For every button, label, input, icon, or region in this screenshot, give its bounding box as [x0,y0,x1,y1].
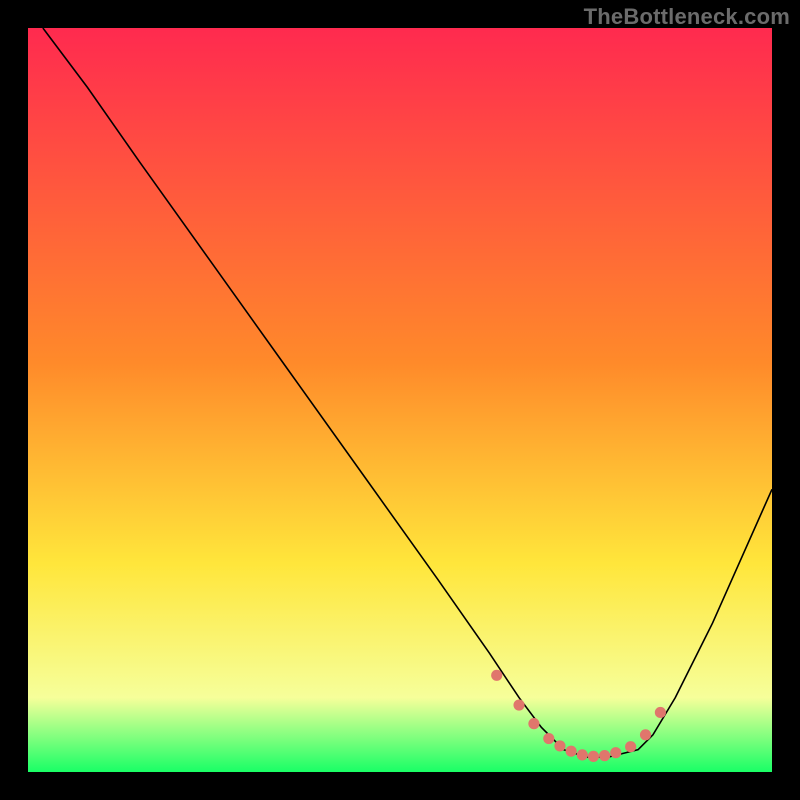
trough-dot [599,750,610,761]
trough-dot [655,707,666,718]
trough-dot [566,746,577,757]
trough-dot [588,751,599,762]
bottleneck-chart [28,28,772,772]
trough-dot [543,733,554,744]
trough-dot [640,729,651,740]
chart-container: { "watermark": "TheBottleneck.com", "col… [0,0,800,800]
trough-dot [554,740,565,751]
trough-dot [491,670,502,681]
trough-dot [528,718,539,729]
watermark-text: TheBottleneck.com [584,4,790,30]
trough-dot [625,741,636,752]
trough-dot [513,699,524,710]
gradient-background [28,28,772,772]
trough-dot [577,749,588,760]
trough-dot [610,747,621,758]
